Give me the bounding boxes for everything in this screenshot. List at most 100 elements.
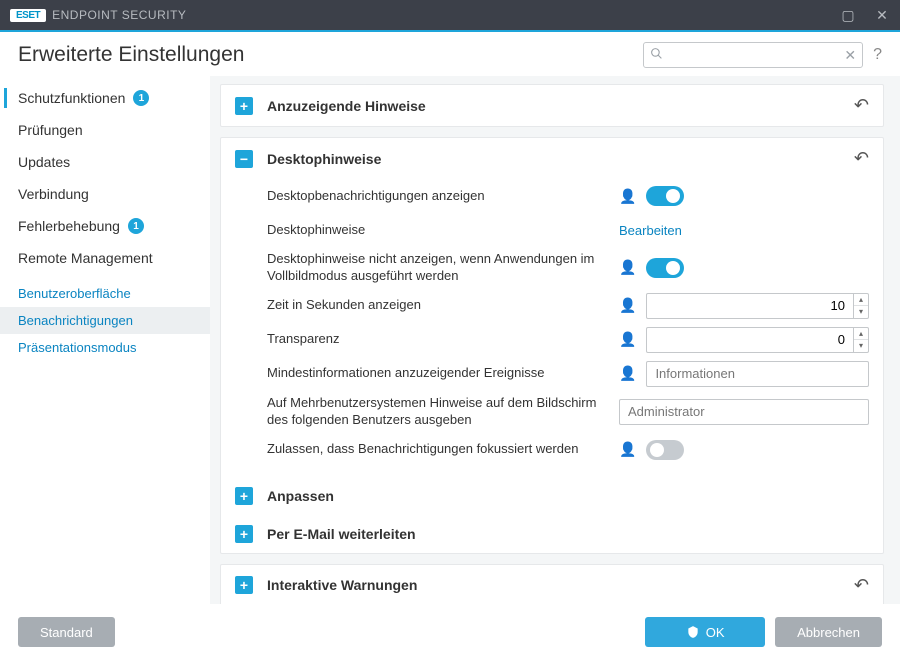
subsection-title: Per E-Mail weiterleiten [267,526,869,542]
row-control: 👤 [619,258,869,278]
expand-icon[interactable]: + [235,525,253,543]
seconds-input[interactable] [646,293,854,319]
undo-icon[interactable]: ↶ [854,95,869,116]
panel-head[interactable]: + Interaktive Warnungen ↶ [221,565,883,604]
transparency-input[interactable] [646,327,854,353]
row-label: Zulassen, dass Benachrichtigungen fokuss… [267,441,619,458]
sidebar-sub-benutzeroberflaeche[interactable]: Benutzeroberfläche [0,280,210,307]
expand-icon[interactable]: + [235,97,253,115]
sidebar-item-updates[interactable]: Updates [0,146,210,178]
undo-icon[interactable]: ↶ [854,575,869,596]
shield-icon [686,625,700,639]
help-icon[interactable]: ? [873,46,882,64]
ok-button[interactable]: OK [645,617,765,647]
spin-down-icon[interactable]: ▾ [854,306,868,318]
sidebar-item-pruefungen[interactable]: Prüfungen [0,114,210,146]
sidebar-sub-benachrichtigungen[interactable]: Benachrichtigungen [0,307,210,334]
sidebar-item-label: Remote Management [18,250,153,266]
expand-icon[interactable]: + [235,576,253,594]
panel-title: Desktophinweise [267,151,854,167]
undo-icon[interactable]: ↶ [854,148,869,169]
spinner: ▴ ▾ [854,327,869,353]
toggle-fullscreen-suppress[interactable] [646,258,684,278]
toggle-show-desktop[interactable] [646,186,684,206]
expand-icon[interactable]: + [235,487,253,505]
minimize-icon[interactable]: ▢ [840,7,856,24]
subsection-title: Anpassen [267,488,869,504]
row-multiuser: Auf Mehrbenutzersystemen Hinweise auf de… [267,391,869,433]
brand: ESET ENDPOINT SECURITY [10,8,186,22]
person-icon: 👤 [619,297,636,314]
row-transparency: Transparenz 👤 ▴ ▾ [267,323,869,357]
panel-head[interactable]: − Desktophinweise ↶ [221,138,883,179]
row-control: 👤 ▴ ▾ [619,293,869,319]
panel-body: Desktopbenachrichtigungen anzeigen 👤 Des… [221,179,883,477]
badge: 1 [128,218,144,234]
search-icon [650,47,663,63]
panel-title: Anzuzeigende Hinweise [267,98,854,114]
close-icon[interactable]: ✕ [874,7,890,24]
panel-interaktive-warnungen: + Interaktive Warnungen ↶ [220,564,884,604]
panel-anzuzeigende-hinweise: + Anzuzeigende Hinweise ↶ [220,84,884,127]
min-info-dropdown[interactable]: Informationen [646,361,869,387]
search-wrap: ✕ ? [643,42,882,68]
sidebar-sub-group: Benutzeroberfläche Benachrichtigungen Pr… [0,280,210,361]
sidebar-item-label: Updates [18,154,70,170]
row-fullscreen-suppress: Desktophinweise nicht anzeigen, wenn Anw… [267,247,869,289]
person-icon: 👤 [619,188,636,205]
content: + Anzuzeigende Hinweise ↶ − Desktophinwe… [210,76,900,604]
row-label: Mindestinformationen anzuzeigender Ereig… [267,365,619,382]
panel-head[interactable]: + Anzuzeigende Hinweise ↶ [221,85,883,126]
spin-up-icon[interactable]: ▴ [854,294,868,306]
person-icon: 👤 [619,365,636,382]
row-control: 👤 ▴ ▾ [619,327,869,353]
panel-desktophinweise: − Desktophinweise ↶ Desktopbenachrichtig… [220,137,884,554]
row-label: Desktopbenachrichtigungen anzeigen [267,188,619,205]
dropdown-value: Informationen [655,366,735,381]
sidebar-item-label: Verbindung [18,186,89,202]
row-label: Zeit in Sekunden anzeigen [267,297,619,314]
sidebar-sub-praesentationsmodus[interactable]: Präsentationsmodus [0,334,210,361]
sidebar-item-remote-management[interactable]: Remote Management [0,242,210,274]
row-show-desktop-notifications: Desktopbenachrichtigungen anzeigen 👤 [267,179,869,213]
brand-logo: ESET [10,9,46,22]
titlebar: ESET ENDPOINT SECURITY ▢ ✕ [0,0,900,30]
sidebar-item-label: Prüfungen [18,122,83,138]
transparency-stepper[interactable]: ▴ ▾ [646,327,869,353]
sidebar-item-label: Fehlerbehebung [18,218,120,234]
subsection-email-forward[interactable]: + Per E-Mail weiterleiten [221,515,883,553]
row-label: Desktophinweise nicht anzeigen, wenn Anw… [267,251,619,285]
row-control: 👤 Informationen [619,361,869,387]
person-icon: 👤 [619,259,636,276]
search-box[interactable]: ✕ [643,42,863,68]
search-input[interactable] [667,48,840,62]
collapse-icon[interactable]: − [235,150,253,168]
cancel-button[interactable]: Abbrechen [775,617,882,647]
subsection-anpassen[interactable]: + Anpassen [221,477,883,515]
row-label: Desktophinweise [267,222,619,239]
row-label: Auf Mehrbenutzersystemen Hinweise auf de… [267,395,619,429]
seconds-stepper[interactable]: ▴ ▾ [646,293,869,319]
row-display-seconds: Zeit in Sekunden anzeigen 👤 ▴ ▾ [267,289,869,323]
badge: 1 [133,90,149,106]
multiuser-input[interactable]: Administrator [619,399,869,425]
spin-up-icon[interactable]: ▴ [854,328,868,340]
ok-label: OK [706,625,725,640]
sidebar-item-label: Schutzfunktionen [18,90,125,106]
person-icon: 👤 [619,331,636,348]
row-control: 👤 [619,440,869,460]
product-name: ENDPOINT SECURITY [52,8,186,22]
sidebar-item-fehlerbehebung[interactable]: Fehlerbehebung 1 [0,210,210,242]
sidebar-item-schutzfunktionen[interactable]: Schutzfunktionen 1 [0,82,210,114]
row-control: Bearbeiten [619,223,869,238]
spinner: ▴ ▾ [854,293,869,319]
main: Schutzfunktionen 1 Prüfungen Updates Ver… [0,76,900,604]
spin-down-icon[interactable]: ▾ [854,340,868,352]
sidebar-item-verbindung[interactable]: Verbindung [0,178,210,210]
row-control: 👤 [619,186,869,206]
edit-link[interactable]: Bearbeiten [619,223,682,238]
default-button[interactable]: Standard [18,617,115,647]
clear-search-icon[interactable]: ✕ [844,47,856,64]
person-icon: 👤 [619,441,636,458]
toggle-allow-focus[interactable] [646,440,684,460]
